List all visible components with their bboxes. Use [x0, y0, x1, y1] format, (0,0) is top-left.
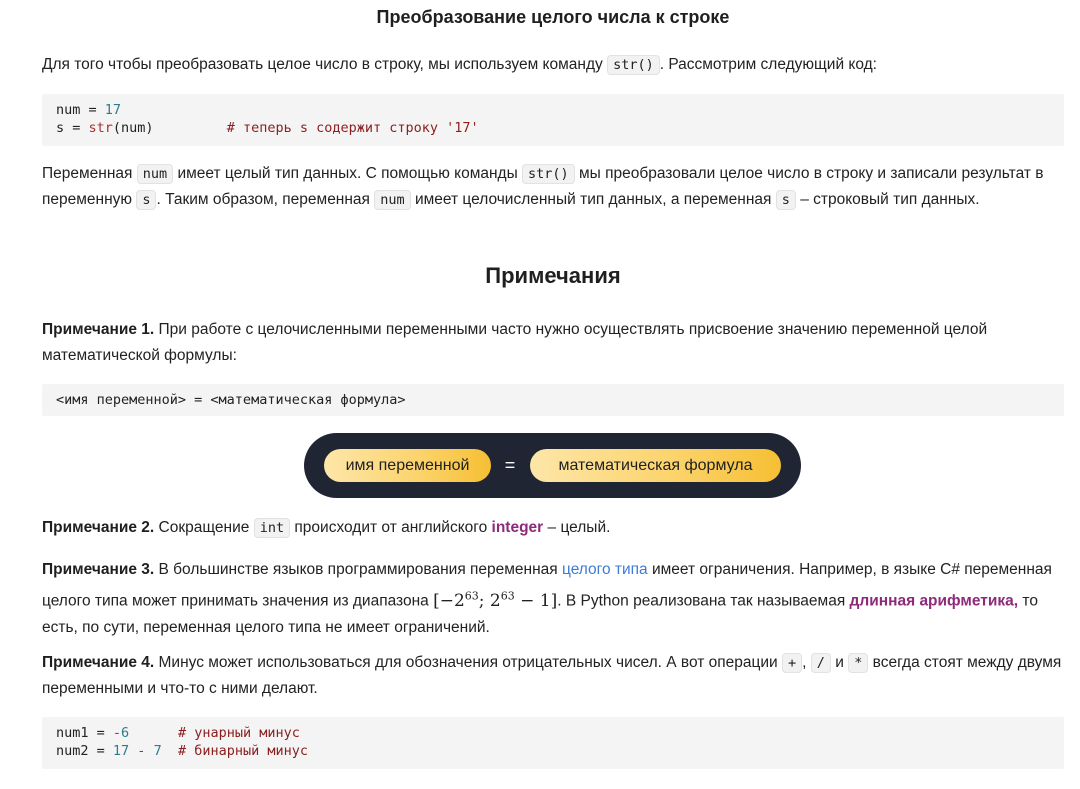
code-block-3: num1 = -6 # унарный минус num2 = 17 - 7 …	[42, 717, 1064, 769]
article-page: Преобразование целого числа к строке Для…	[0, 0, 1080, 789]
note-1: Примечание 1. При работе с целочисленным…	[42, 321, 988, 364]
integer-type-link[interactable]: целого типа	[562, 561, 648, 578]
inline-code-s: s	[775, 190, 796, 210]
inline-code-s: s	[136, 190, 157, 210]
intro-text: Для того чтобы преобразовать целое число…	[42, 56, 603, 73]
notes-heading: Примечания	[485, 263, 621, 288]
note-label: Примечание 3.	[42, 561, 155, 578]
note-label: Примечание 4.	[42, 654, 155, 671]
explanation-paragraph: Переменная num имеет целый тип данных. С…	[42, 164, 1044, 210]
intro-paragraph: Для того чтобы преобразовать целое число…	[42, 52, 1067, 78]
assignment-diagram: имя переменной = математическая формула	[304, 433, 801, 498]
equals-sign: =	[504, 455, 516, 475]
formula-pill: математическая формула	[530, 449, 781, 482]
inline-code-star: *	[848, 653, 869, 673]
section-title: Преобразование целого числа к строке	[376, 7, 730, 27]
term-long-arithmetic: длинная арифметика,	[849, 592, 1019, 610]
variable-name-pill: имя переменной	[324, 449, 491, 482]
note-3: Примечание 3. В большинстве языков прогр…	[42, 561, 1052, 636]
code-comment: # бинарный минус	[177, 743, 309, 759]
note-4: Примечание 4. Минус может использоваться…	[42, 653, 1062, 697]
term-integer: integer	[491, 519, 544, 536]
inline-code-str: str()	[522, 164, 575, 184]
code-block-1: num = 17 s = str(num) # теперь s содержи…	[42, 94, 1064, 146]
code-var: num	[56, 102, 81, 118]
inline-code-plus: +	[782, 653, 803, 673]
note-label: Примечание 2.	[42, 519, 155, 536]
intro-text-after: . Рассмотрим следующий код:	[659, 56, 877, 73]
inline-code-int: int	[253, 518, 291, 538]
note-label: Примечание 1.	[42, 321, 155, 338]
inline-code-slash: /	[810, 653, 831, 673]
code-comment: # теперь s содержит строку '17'	[226, 120, 479, 136]
inline-code-str: str()	[607, 55, 660, 75]
range-formula: [−263; 263 − 1]	[433, 589, 558, 611]
inline-code-num: num	[374, 190, 411, 210]
inline-code-num: num	[136, 164, 174, 184]
note-2: Примечание 2. Сокращение int происходит …	[42, 518, 611, 538]
code-block-2: <имя переменной> = <математическая форму…	[42, 384, 1064, 416]
code-comment: # унарный минус	[177, 725, 300, 741]
